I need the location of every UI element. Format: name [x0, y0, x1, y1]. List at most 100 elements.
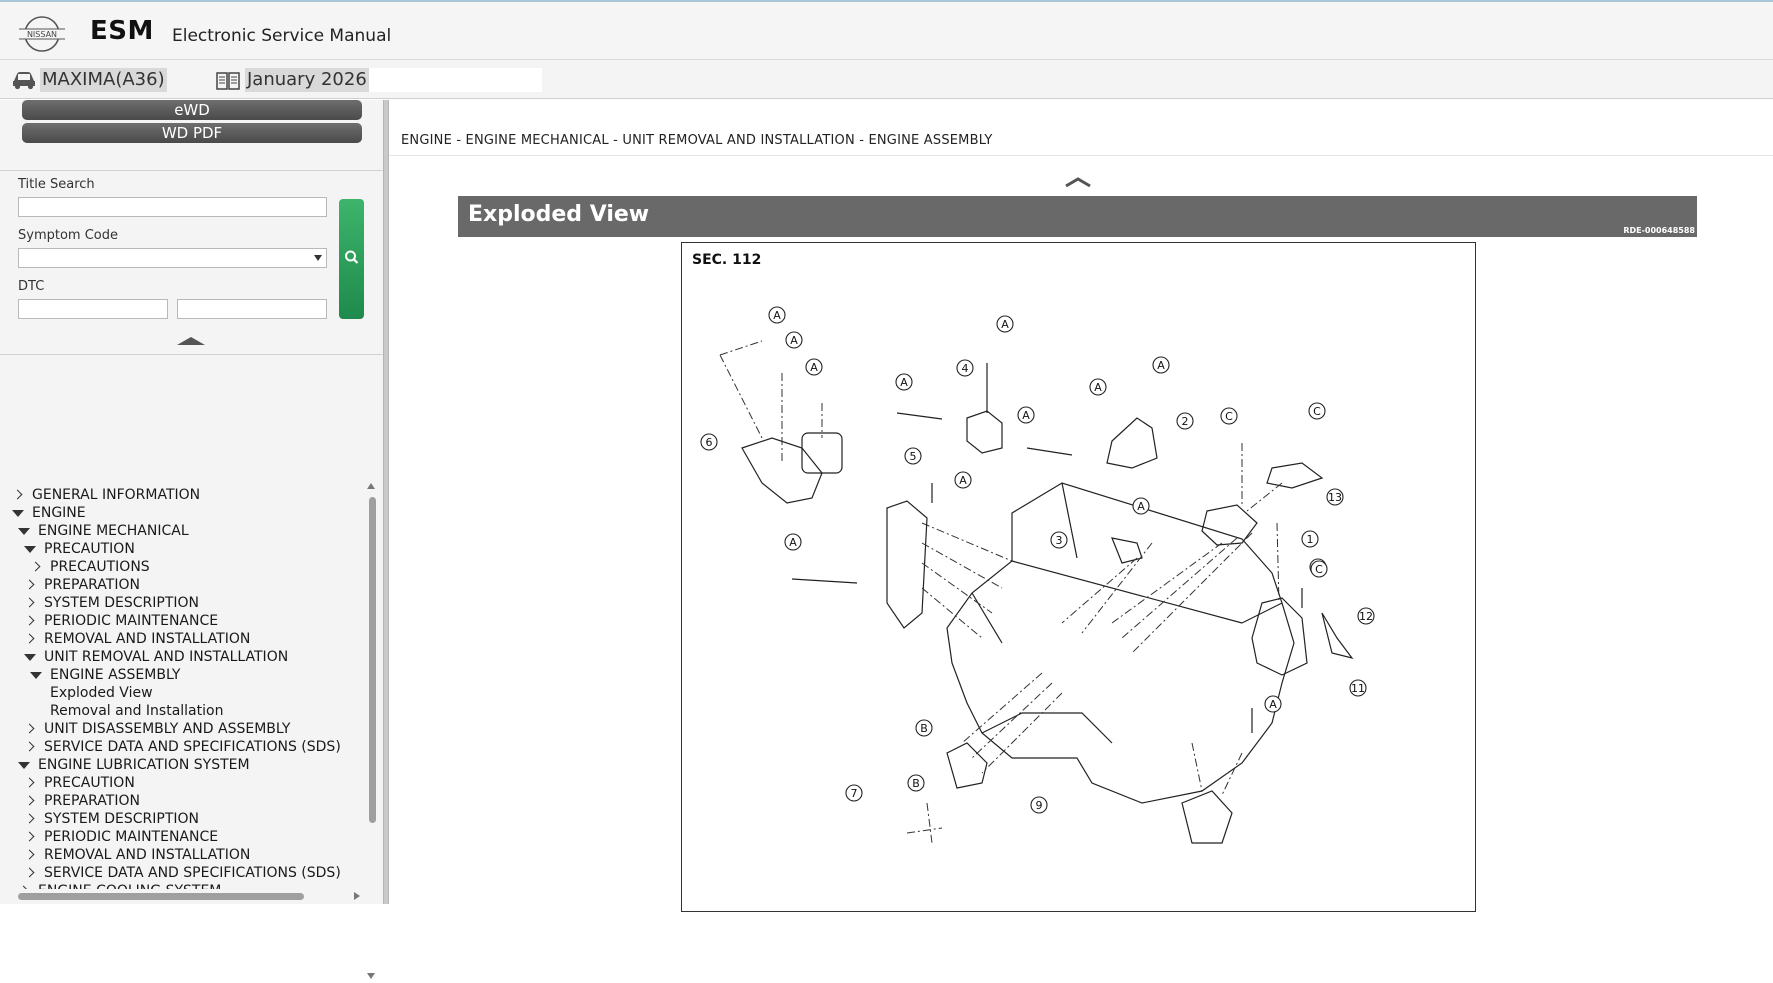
callout-label: 7	[845, 784, 863, 802]
chevron-up-icon[interactable]	[1063, 174, 1093, 188]
expand-open-icon[interactable]	[24, 648, 38, 666]
app-header: NISSAN ESM Electronic Service Manual	[0, 2, 1773, 60]
tree-item[interactable]: ENGINE MECHANICAL	[18, 522, 189, 540]
section-code: RDE-000648588	[1623, 226, 1695, 235]
chevron-right-icon[interactable]	[24, 774, 38, 792]
tree-item[interactable]: PERIODIC MAINTENANCE	[24, 612, 218, 630]
ewd-button[interactable]: eWD	[22, 100, 362, 120]
symptom-code-select[interactable]	[18, 248, 327, 268]
tree-item-label: PREPARATION	[44, 793, 140, 809]
chevron-right-icon[interactable]	[24, 594, 38, 612]
tree-item[interactable]: PREPARATION	[24, 576, 140, 594]
callout-text: 2	[1182, 415, 1189, 428]
chevron-right-icon[interactable]	[24, 810, 38, 828]
chevron-right-icon[interactable]	[24, 864, 38, 882]
scroll-thumb-horizontal[interactable]	[18, 893, 304, 900]
symptom-code-label: Symptom Code	[18, 228, 118, 243]
tree-item-label: SERVICE DATA AND SPECIFICATIONS (SDS)	[44, 865, 341, 881]
expand-open-icon[interactable]	[12, 504, 26, 522]
chevron-right-icon[interactable]	[24, 738, 38, 756]
tree-item[interactable]: SERVICE DATA AND SPECIFICATIONS (SDS)	[24, 864, 341, 882]
tree-item[interactable]: PERIODIC MAINTENANCE	[24, 828, 218, 846]
exploded-view-drawing: AAAAAAAAAAAAABBCCC12345679111213	[700, 306, 1375, 844]
scroll-thumb[interactable]	[369, 497, 376, 823]
tree-item[interactable]: Removal and Installation	[44, 702, 223, 720]
callout-label: A	[768, 306, 786, 324]
expand-open-icon[interactable]	[30, 666, 44, 684]
expand-open-icon[interactable]	[24, 540, 38, 558]
tree-horizontal-scrollbar[interactable]	[18, 891, 360, 901]
chevron-right-icon[interactable]	[24, 720, 38, 738]
tree-item[interactable]: SYSTEM DESCRIPTION	[24, 810, 199, 828]
callout-text: A	[900, 376, 908, 389]
scroll-down-icon[interactable]	[367, 973, 375, 979]
mount-2	[1106, 417, 1158, 469]
bolt	[791, 578, 858, 584]
tree-item[interactable]: PRECAUTION	[24, 540, 135, 558]
dtc-input-2[interactable]	[177, 299, 327, 319]
tree-item[interactable]: PRECAUTIONS	[30, 558, 150, 576]
publication-selector[interactable]: January 2026	[245, 68, 542, 92]
tree-item[interactable]: ENGINE ASSEMBLY	[30, 666, 180, 684]
search-button[interactable]	[339, 199, 364, 319]
tree-item[interactable]: REMOVAL AND INSTALLATION	[24, 630, 250, 648]
tree-vertical-scrollbar[interactable]	[367, 483, 377, 983]
callout-label: A	[785, 331, 803, 349]
breadcrumb-divider	[389, 155, 1773, 156]
chevron-right-icon[interactable]	[24, 630, 38, 648]
scroll-up-icon[interactable]	[367, 483, 375, 489]
scroll-right-icon[interactable]	[354, 892, 360, 900]
callout-label: 1	[1301, 530, 1319, 548]
tree-item[interactable]: GENERAL INFORMATION	[12, 486, 200, 504]
mount-11	[1251, 597, 1308, 676]
callout-text: A	[1094, 381, 1102, 394]
chevron-right-icon[interactable]	[12, 486, 26, 504]
chevron-right-icon[interactable]	[24, 612, 38, 630]
leader-line	[906, 802, 943, 844]
callout-text: 12	[1359, 610, 1373, 623]
callout-text: C	[1313, 405, 1321, 418]
tree-item[interactable]: REMOVAL AND INSTALLATION	[24, 846, 250, 864]
mount-6-insulator	[801, 432, 843, 474]
tree-item[interactable]: ENGINE	[12, 504, 86, 522]
title-search-input[interactable]	[18, 197, 327, 217]
bracket-13	[1266, 462, 1324, 489]
tree-item-label: ENGINE LUBRICATION SYSTEM	[38, 757, 250, 773]
engine-block-edge	[1241, 602, 1283, 624]
tree-item-label: PREPARATION	[44, 577, 140, 593]
chevron-right-icon[interactable]	[24, 576, 38, 594]
wd-pdf-button[interactable]: WD PDF	[22, 123, 362, 143]
part-12	[1321, 612, 1354, 659]
tree-item[interactable]: SYSTEM DESCRIPTION	[24, 594, 199, 612]
callout-text: 3	[1056, 534, 1063, 547]
tree-item[interactable]: Exploded View	[44, 684, 153, 702]
dtc-input-1[interactable]	[18, 299, 168, 319]
tree-item[interactable]: UNIT REMOVAL AND INSTALLATION	[24, 648, 288, 666]
tree-item-label: Removal and Installation	[50, 703, 224, 719]
callout-label: A	[895, 373, 913, 391]
tree-item[interactable]: ENGINE LUBRICATION SYSTEM	[18, 756, 250, 774]
callout-label: A	[996, 315, 1014, 333]
tree-item[interactable]: ENGINE COOLING SYSTEM	[18, 882, 221, 889]
tree-item[interactable]: PRECAUTION	[24, 774, 135, 792]
mount-6	[741, 437, 823, 504]
chevron-right-icon[interactable]	[18, 882, 32, 889]
chevron-right-icon[interactable]	[24, 792, 38, 810]
nissan-logo-icon: NISSAN	[18, 14, 66, 54]
callout-label: C	[1308, 402, 1326, 420]
callout-text: B	[920, 722, 928, 735]
mount-lower-right	[1181, 790, 1233, 844]
section-header: Exploded View RDE-000648588	[458, 196, 1697, 237]
vehicle-selector[interactable]: MAXIMA(A36)	[40, 68, 167, 92]
chevron-right-icon[interactable]	[24, 828, 38, 846]
expand-open-icon[interactable]	[18, 522, 32, 540]
leader-line	[921, 522, 1013, 639]
tree-item[interactable]: UNIT DISASSEMBLY AND ASSEMBLY	[24, 720, 290, 738]
callout-label: C	[1310, 560, 1328, 578]
chevron-right-icon[interactable]	[24, 846, 38, 864]
callout-text: C	[1225, 410, 1233, 423]
tree-item[interactable]: PREPARATION	[24, 792, 140, 810]
chevron-right-icon[interactable]	[30, 558, 44, 576]
tree-item[interactable]: SERVICE DATA AND SPECIFICATIONS (SDS)	[24, 738, 341, 756]
expand-open-icon[interactable]	[18, 756, 32, 774]
